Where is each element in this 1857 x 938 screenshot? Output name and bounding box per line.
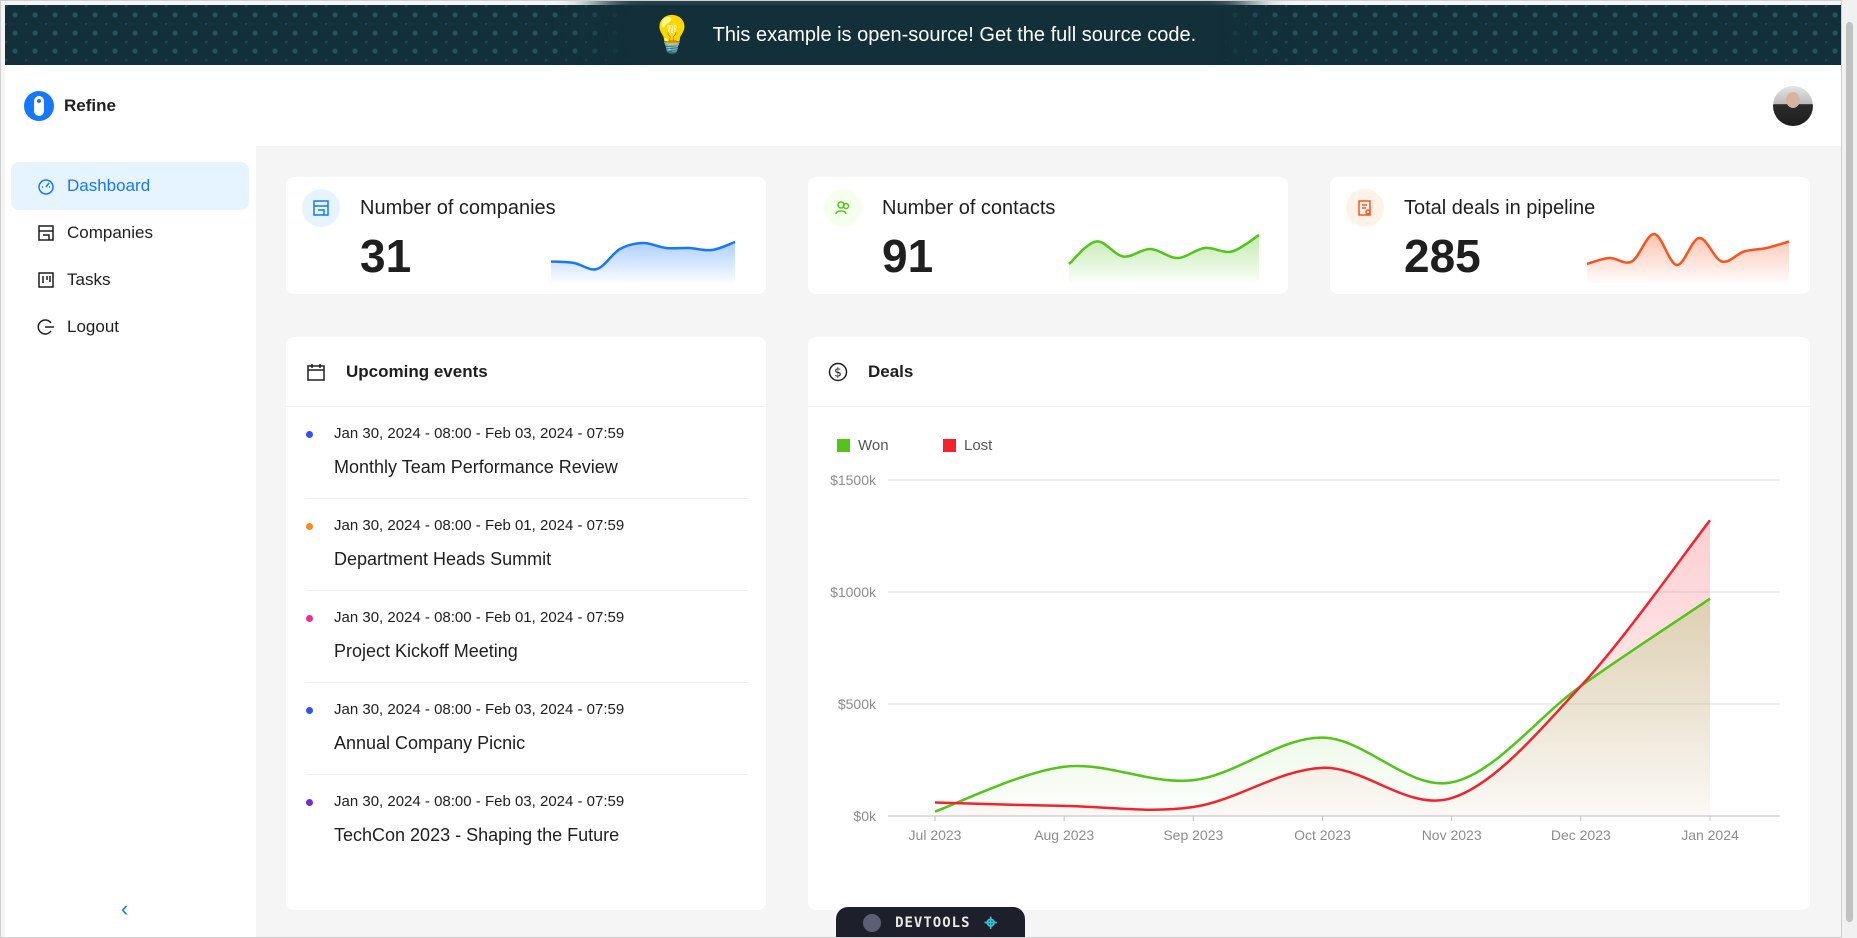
- y-tick-label: $1500k: [830, 472, 877, 488]
- deals-card: $ Deals Won Lost $0k $500k $1000k $1500k Jul…: [808, 337, 1810, 910]
- sparkline-area: [551, 242, 735, 283]
- event-dot: [306, 431, 313, 438]
- logout-icon: [37, 319, 54, 335]
- sidebar-item-logout[interactable]: Logout: [11, 303, 249, 351]
- event-dot: [306, 523, 313, 530]
- app-frame: 💡 This example is open-source! Get the f…: [0, 0, 1842, 938]
- dashboard-icon: [38, 179, 54, 195]
- event-item[interactable]: Jan 30, 2024 - 08:00 - Feb 03, 2024 - 07…: [306, 407, 748, 499]
- sidebar: Dashboard Companies Tasks Logout ‹: [5, 146, 256, 937]
- user-avatar[interactable]: [1773, 86, 1813, 126]
- event-title: TechCon 2023 - Shaping the Future: [334, 825, 620, 845]
- events-header: Upcoming events: [286, 337, 766, 407]
- sidebar-item-tasks[interactable]: Tasks: [11, 256, 249, 304]
- app-name: Refine: [64, 96, 116, 115]
- refine-logo-icon: [24, 91, 54, 121]
- event-title: Project Kickoff Meeting: [334, 641, 518, 661]
- scrollbar-thumb[interactable]: [1846, 22, 1853, 922]
- kpi-sparkline: [1586, 232, 1790, 283]
- refine-devtools-icon: [863, 914, 882, 932]
- y-tick-label: $0k: [853, 808, 877, 824]
- deals-chart: $0k $500k $1000k $1500k Jul 2023 Aug 2023 Sep …: [830, 472, 1780, 843]
- shop-icon: [302, 189, 340, 227]
- sidebar-item-label: Tasks: [67, 270, 111, 289]
- event-date: Jan 30, 2024 - 08:00 - Feb 03, 2024 - 07…: [334, 793, 625, 810]
- event-title: Monthly Team Performance Review: [334, 457, 618, 477]
- event-date: Jan 30, 2024 - 08:00 - Feb 03, 2024 - 07…: [334, 425, 625, 442]
- chevron-left-icon[interactable]: ‹: [121, 896, 128, 922]
- project-icon: [38, 272, 54, 288]
- kpi-sparkline: [550, 240, 736, 283]
- top-header: Refine: [5, 65, 1841, 146]
- x-tick-label: Jul 2023: [909, 827, 962, 843]
- event-date: Jan 30, 2024 - 08:00 - Feb 01, 2024 - 07…: [334, 517, 625, 534]
- x-tick-label: Aug 2023: [1034, 827, 1094, 843]
- kpi-value: 91: [882, 230, 934, 282]
- calendar-icon: [307, 363, 325, 381]
- x-tick-label: Dec 2023: [1551, 827, 1611, 843]
- event-dot: [306, 799, 313, 806]
- sidebar-item-companies[interactable]: Companies: [11, 209, 249, 257]
- kpi-sparkline: [1068, 233, 1260, 283]
- kpi-card-companies: Number of companies 31: [286, 177, 766, 294]
- kpi-card-deals: Total deals in pipeline 285: [1330, 177, 1810, 294]
- y-tick-label: $500k: [838, 696, 877, 712]
- event-dot: [306, 615, 313, 622]
- event-date: Jan 30, 2024 - 08:00 - Feb 03, 2024 - 07…: [334, 701, 625, 718]
- devtools-button[interactable]: DEVTOOLS ⌖: [836, 907, 1025, 937]
- team-icon: [824, 189, 862, 227]
- x-tick-label: Oct 2023: [1294, 827, 1351, 843]
- event-title: Annual Company Picnic: [334, 733, 526, 753]
- y-tick-label: $1000k: [830, 584, 877, 600]
- sidebar-item-label: Dashboard: [67, 176, 151, 195]
- events-title: Upcoming events: [346, 361, 488, 381]
- audit-icon: [1346, 189, 1384, 227]
- event-item[interactable]: Jan 30, 2024 - 08:00 - Feb 01, 2024 - 07…: [306, 499, 748, 591]
- sidebar-item-label: Companies: [67, 223, 153, 242]
- event-dot: [306, 707, 313, 714]
- upcoming-events-card: Upcoming events Jan 30, 2024 - 08:00 - F…: [286, 337, 766, 910]
- event-date: Jan 30, 2024 - 08:00 - Feb 01, 2024 - 07…: [334, 609, 625, 626]
- scrollbar[interactable]: [1842, 0, 1857, 938]
- event-item[interactable]: Jan 30, 2024 - 08:00 - Feb 03, 2024 - 07…: [306, 775, 748, 867]
- event-title: Department Heads Summit: [334, 549, 552, 569]
- sidebar-item-dashboard[interactable]: Dashboard: [11, 162, 249, 210]
- banner-text[interactable]: This example is open-source! Get the ful…: [713, 24, 1197, 47]
- devtools-label: DEVTOOLS: [895, 915, 971, 931]
- kpi-card-contacts: Number of contacts 91: [808, 177, 1288, 294]
- kpi-title: Number of companies: [360, 197, 556, 219]
- app-logo[interactable]: Refine: [24, 91, 116, 121]
- crosshair-icon: ⌖: [984, 910, 998, 936]
- sidebar-item-label: Logout: [67, 317, 119, 336]
- kpi-title: Total deals in pipeline: [1404, 197, 1596, 219]
- lightbulb-icon: 💡: [649, 14, 695, 55]
- event-item[interactable]: Jan 30, 2024 - 08:00 - Feb 01, 2024 - 07…: [306, 591, 748, 683]
- kpi-title: Number of contacts: [882, 197, 1056, 219]
- x-tick-label: Jan 2024: [1681, 827, 1739, 843]
- kpi-value: 285: [1404, 230, 1481, 282]
- kpi-value: 31: [360, 230, 412, 282]
- event-item[interactable]: Jan 30, 2024 - 08:00 - Feb 03, 2024 - 07…: [306, 683, 748, 775]
- promo-banner[interactable]: 💡 This example is open-source! Get the f…: [5, 5, 1841, 65]
- x-tick-label: Sep 2023: [1163, 827, 1223, 843]
- x-tick-label: Nov 2023: [1422, 827, 1482, 843]
- shop-icon: [38, 225, 54, 241]
